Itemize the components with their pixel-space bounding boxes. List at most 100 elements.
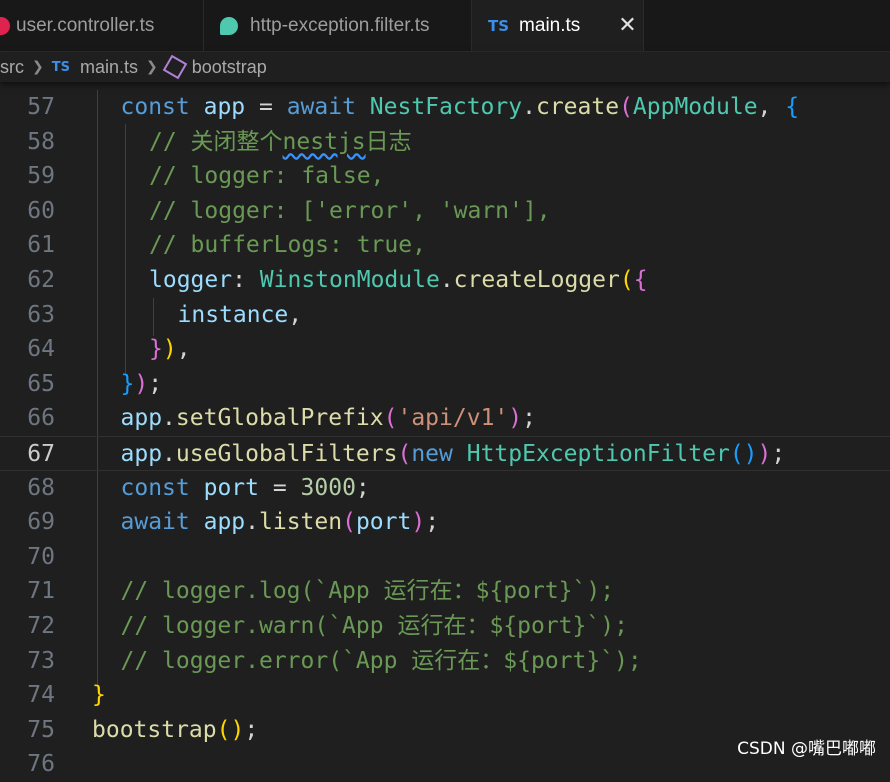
code-token: // logger: false, (149, 163, 385, 190)
code-token: . (522, 94, 536, 120)
code-token: 'api/v1' (397, 405, 509, 432)
code-text: // 关闭整个nestjs日志 (149, 125, 412, 160)
code-token: ; (425, 509, 440, 536)
code-token: await (120, 509, 204, 536)
code-token: ( (397, 441, 412, 467)
code-line[interactable]: 67 app.useGlobalFilters(new HttpException… (0, 436, 890, 471)
code-token: . (245, 509, 259, 536)
close-icon[interactable]: ✕ (618, 13, 636, 38)
code-token: : (232, 267, 260, 293)
code-token: = (258, 474, 301, 501)
code-text: logger: WinstonModule.createLogger({ (149, 263, 648, 298)
nest-icon (220, 16, 238, 35)
line-number: 67 (27, 441, 55, 467)
code-line[interactable]: 65}); (0, 367, 890, 402)
code-token: () (729, 441, 758, 467)
code-line[interactable]: 69 await app.listen(port); (0, 505, 890, 540)
code-line[interactable]: 61 // bufferLogs: true, (0, 228, 890, 263)
nest-icon (0, 16, 10, 35)
tab-main-ts[interactable]: TS main.ts ✕ (472, 0, 644, 51)
line-number: 72 (27, 613, 55, 639)
code-token: ( (619, 267, 634, 293)
code-token: // logger: ['error', 'warn'], (149, 197, 551, 224)
code-line[interactable]: 62 logger: WinstonModule.createLogger({ (0, 263, 890, 298)
line-number: 74 (27, 682, 55, 709)
code-token: // logger.warn(`App 运行在：${port}`); (120, 613, 628, 639)
code-token: listen (259, 509, 343, 536)
code-line[interactable]: 60 // logger: ['error', 'warn'], (0, 194, 890, 229)
code-token: , (757, 94, 786, 120)
ts-icon: TS (51, 59, 70, 75)
code-token: // 关闭整个 (149, 128, 283, 155)
tab-label: main.ts (519, 14, 581, 36)
code-token: await (286, 94, 370, 120)
code-text: const port = 3000; (121, 471, 370, 506)
code-token: } (149, 336, 163, 363)
line-number: 61 (27, 232, 55, 259)
code-text: // logger.error(`App 运行在：${port}`); (121, 644, 642, 679)
breadcrumb-symbol[interactable]: bootstrap (192, 57, 267, 78)
code-text: app.setGlobalPrefix('api/v1'); (121, 401, 536, 436)
code-line[interactable]: 70 (0, 540, 890, 575)
line-number: 64 (27, 336, 55, 363)
code-token: HttpExceptionFilter (466, 441, 730, 467)
code-token: . (162, 405, 176, 432)
tab-user-controller[interactable]: user.controller.ts (0, 0, 204, 51)
line-number: 69 (27, 509, 55, 536)
code-token: { (785, 94, 800, 120)
line-number: 71 (27, 578, 55, 605)
chevron-right-icon: ❯ (146, 59, 158, 75)
code-text: }), (149, 332, 191, 367)
code-token: ( (383, 405, 398, 432)
code-token: app (203, 94, 246, 120)
code-text: // logger.warn(`App 运行在：${port}`); (121, 609, 628, 644)
code-token: const (120, 474, 204, 501)
code-line[interactable]: 66 app.setGlobalPrefix('api/v1'); (0, 401, 890, 436)
editor-tab-bar: user.controller.ts http-exception.filter… (0, 0, 890, 52)
code-token: createLogger (453, 267, 620, 293)
code-token: ) (162, 336, 177, 363)
code-line[interactable]: 59 // logger: false, (0, 159, 890, 194)
code-token: WinstonModule (259, 267, 440, 293)
code-line[interactable]: 74} (0, 678, 890, 713)
line-number: 62 (27, 267, 55, 293)
code-text: bootstrap(); (92, 713, 258, 748)
code-line[interactable]: 68 const port = 3000; (0, 471, 890, 506)
code-text: // bufferLogs: true, (149, 228, 426, 263)
code-token: 日志 (365, 128, 412, 155)
code-line[interactable]: 71 // logger.log(`App 运行在：${port}`); (0, 574, 890, 609)
code-token: ( (342, 509, 356, 536)
code-token: ; (148, 370, 163, 397)
code-token: ; (355, 474, 370, 501)
code-token: 3000 (300, 474, 356, 501)
code-text: app.useGlobalFilters(new HttpExceptionFi… (121, 437, 786, 472)
code-token: useGlobalFilters (175, 441, 398, 467)
code-token: // logger.log(`App 运行在：${port}`); (120, 578, 615, 605)
code-token: AppModule (632, 94, 758, 120)
code-token: const (120, 94, 204, 120)
breadcrumb-folder[interactable]: src (0, 57, 24, 78)
line-number: 76 (27, 751, 55, 778)
code-line[interactable]: 72 // logger.warn(`App 运行在：${port}`); (0, 609, 890, 644)
code-line[interactable]: 57 const app = await NestFactory.create(A… (0, 90, 890, 125)
code-line[interactable]: 64}), (0, 332, 890, 367)
tab-label: http-exception.filter.ts (250, 14, 430, 36)
code-token: = (245, 94, 287, 120)
tab-http-exception-filter[interactable]: http-exception.filter.ts (204, 0, 472, 51)
code-line[interactable]: 63 instance, (0, 298, 890, 333)
line-number: 70 (27, 543, 55, 570)
breadcrumb-file[interactable]: main.ts (80, 57, 138, 78)
code-text: }); (121, 367, 163, 402)
code-line[interactable]: 58 // 关闭整个nestjs日志 (0, 125, 890, 160)
code-token: logger (149, 267, 233, 293)
code-token: ) (134, 370, 149, 397)
code-token: new (411, 441, 467, 467)
code-token: } (120, 370, 135, 397)
code-line[interactable]: 73 // logger.error(`App 运行在：${port}`); (0, 644, 890, 679)
code-token: ; (771, 441, 786, 467)
code-token: // bufferLogs: true, (149, 232, 426, 259)
symbol-method-icon (162, 54, 188, 80)
code-editor[interactable]: 57 const app = await NestFactory.create(A… (0, 90, 890, 777)
code-text: instance, (178, 298, 303, 333)
line-number: 63 (27, 301, 55, 328)
